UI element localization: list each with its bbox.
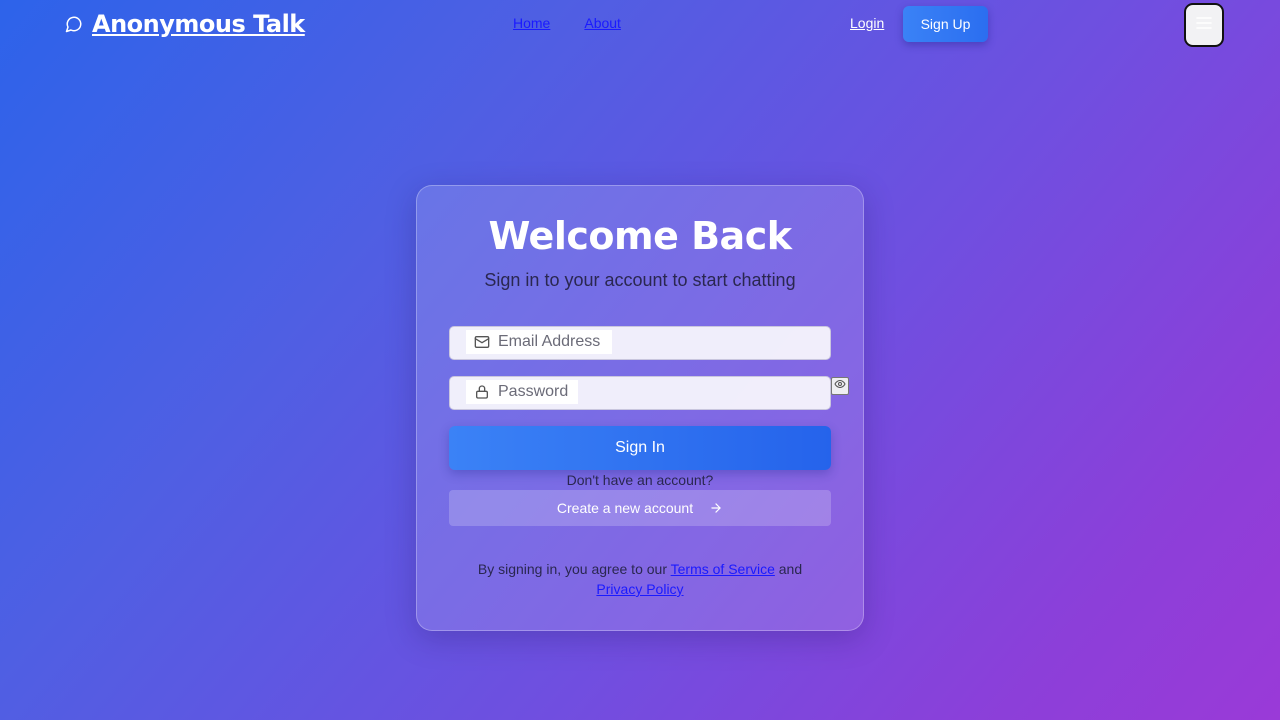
hamburger-menu-icon (1196, 16, 1212, 35)
nav-link-about[interactable]: About (584, 15, 621, 31)
password-input[interactable] (498, 383, 572, 401)
login-title: Welcome Back (488, 214, 793, 258)
chat-bubble-icon (64, 14, 84, 34)
legal-notice: By signing in, you agree to our Terms of… (457, 559, 823, 599)
nav-links: Home About (513, 15, 655, 31)
email-input[interactable] (498, 333, 606, 351)
create-account-label: Create a new account (556, 500, 694, 516)
brand[interactable]: Anonymous Talk (64, 8, 305, 40)
login-link[interactable]: Login (850, 15, 884, 31)
email-field[interactable] (449, 326, 831, 360)
lock-icon (474, 384, 490, 400)
arrow-right-icon (709, 501, 723, 515)
terms-of-service-link[interactable]: Terms of Service (671, 561, 775, 577)
menu-button[interactable] (1184, 3, 1224, 47)
password-field[interactable] (449, 376, 831, 410)
email-field-inner (466, 330, 612, 354)
toggle-password-visibility-button[interactable] (831, 377, 849, 395)
mail-icon (474, 334, 490, 350)
no-account-text: Don't have an account? (566, 472, 714, 488)
eye-icon (834, 377, 846, 395)
login-card: Welcome Back Sign in to your account to … (416, 185, 864, 631)
sign-in-button[interactable]: Sign In (449, 426, 831, 470)
legal-middle: and (774, 561, 803, 577)
nav-link-home[interactable]: Home (513, 15, 550, 31)
privacy-policy-link[interactable]: Privacy Policy (596, 581, 683, 597)
password-field-inner (466, 380, 578, 404)
brand-title[interactable]: Anonymous Talk (92, 10, 305, 38)
top-navbar: Anonymous Talk Home About Login Sign Up (0, 0, 1280, 48)
login-subtitle: Sign in to your account to start chattin… (484, 270, 796, 290)
legal-prefix: By signing in, you agree to our (477, 561, 671, 577)
sign-up-button[interactable]: Sign Up (903, 6, 988, 42)
create-account-button[interactable]: Create a new account (449, 490, 831, 526)
